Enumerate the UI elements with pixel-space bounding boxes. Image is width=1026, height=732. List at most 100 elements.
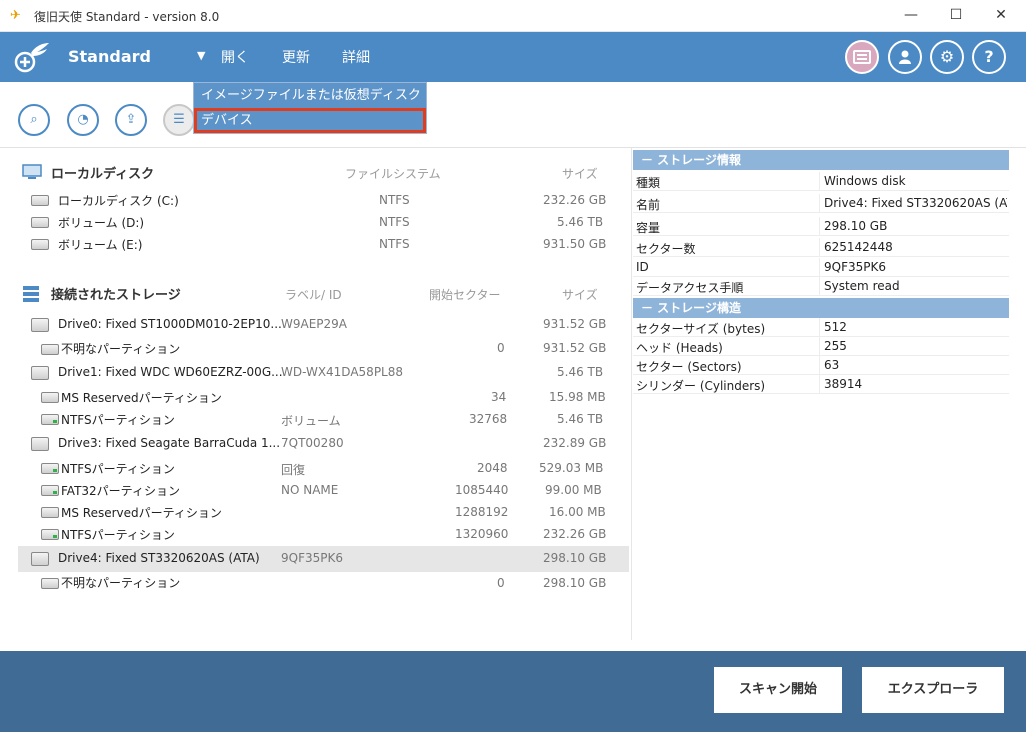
app-logo-icon: ✈ <box>10 8 21 23</box>
local-disk-fs: NTFS <box>379 193 410 207</box>
register-button[interactable] <box>845 40 879 74</box>
menu-refresh[interactable]: 更新 <box>282 47 310 67</box>
settings-button[interactable]: ⚙ <box>930 40 964 74</box>
info-value: 38914 <box>824 377 863 391</box>
local-disk-name: ボリューム (D:) <box>58 216 145 230</box>
info-value: Drive4: Fixed ST3320620AS (ATA) <box>824 196 1007 210</box>
drive-icon <box>31 217 49 228</box>
info-value: 625142448 <box>824 240 893 254</box>
info-key: 名前 <box>636 198 661 212</box>
explorer-button[interactable]: エクスプローラ <box>862 667 1004 713</box>
pie-chart-button[interactable]: ◔ <box>67 104 99 136</box>
info-value: Windows disk <box>824 174 906 188</box>
storage-name: MS Reservedパーティション <box>61 391 222 405</box>
info-value: 512 <box>824 320 847 334</box>
ntfs-partition-icon <box>41 529 59 540</box>
col-label-id: ラベル/ ID <box>285 288 342 302</box>
register-icon <box>853 50 871 64</box>
info-row: セクター数 625142448 <box>633 238 1009 257</box>
maximize-button[interactable]: ☐ <box>933 0 979 32</box>
toolbar-divider <box>0 147 1026 148</box>
info-col-divider <box>819 277 820 296</box>
monitor-icon <box>22 164 42 179</box>
window-title: 復旧天使 Standard - version 8.0 <box>34 10 220 24</box>
local-disk-fs: NTFS <box>379 215 410 229</box>
storage-name: 不明なパーティション <box>61 576 181 590</box>
storage-label: W9AEP29A <box>281 317 348 331</box>
info-row: データアクセス手順 System read <box>633 277 1009 296</box>
local-disk-size: 931.50 GB <box>543 237 607 251</box>
info-row: 名前 Drive4: Fixed ST3320620AS (ATA) <box>633 194 1009 213</box>
close-button[interactable]: ✕ <box>978 0 1024 32</box>
info-key: データアクセス手順 <box>636 281 744 295</box>
local-disk-size: 232.26 GB <box>543 193 607 207</box>
menu-details[interactable]: 詳細 <box>342 47 370 67</box>
storage-label: ボリューム <box>281 414 341 428</box>
start-scan-button[interactable]: スキャン開始 <box>714 667 842 713</box>
drive-icon <box>31 195 49 206</box>
col-size: サイズ <box>562 288 598 302</box>
storage-name: NTFSパーティション <box>61 528 175 542</box>
account-button[interactable] <box>888 40 922 74</box>
storage-start: 1288192 <box>455 505 509 519</box>
help-button[interactable]: ? <box>972 40 1006 74</box>
info-row: 容量 298.10 GB <box>633 217 1009 236</box>
ntfs-partition-icon <box>41 414 59 425</box>
storage-label: 9QF35PK6 <box>281 551 343 565</box>
info-key: シリンダー (Cylinders) <box>636 379 766 393</box>
minimize-button[interactable]: — <box>888 0 934 32</box>
partition-icon <box>41 392 59 403</box>
storage-name: NTFSパーティション <box>61 413 175 427</box>
storage-size: 5.46 TB <box>557 412 604 426</box>
storage-name: Drive1: Fixed WDC WD60EZRZ-00G... <box>58 365 283 379</box>
info-col-divider <box>819 356 820 375</box>
info-key: ID <box>636 260 649 274</box>
pie-chart-icon: ◔ <box>77 112 89 127</box>
storage-start: 0 <box>497 341 505 355</box>
info-key: セクター数 <box>636 242 696 256</box>
gear-icon: ⚙ <box>939 47 955 66</box>
menu-open[interactable]: 開く <box>221 47 249 67</box>
info-col-divider <box>819 258 820 277</box>
storage-start: 2048 <box>477 461 508 475</box>
info-value: 9QF35PK6 <box>824 260 886 274</box>
export-button[interactable]: ⇪ <box>115 104 147 136</box>
info-value: 255 <box>824 339 847 353</box>
info-row: シリンダー (Cylinders) 38914 <box>633 375 1009 394</box>
question-icon: ? <box>984 47 994 66</box>
storage-start: 0 <box>497 576 505 590</box>
storage-size: 232.89 GB <box>543 436 607 450</box>
storage-stack-icon <box>23 286 39 302</box>
storage-size: 931.52 GB <box>543 341 607 355</box>
info-row: セクターサイズ (bytes) 512 <box>633 318 1009 337</box>
list-icon: ☰ <box>173 112 185 127</box>
storage-label: 回復 <box>281 463 306 477</box>
search-button[interactable]: ⌕ <box>18 104 50 136</box>
storage-structure-header[interactable]: － ストレージ構造 <box>633 298 1009 318</box>
dropdown-item-image-file[interactable]: イメージファイルまたは仮想ディスク <box>194 83 426 108</box>
local-disk-name: ボリューム (E:) <box>58 238 143 252</box>
info-col-divider <box>819 375 820 394</box>
storage-label: NO NAME <box>281 483 339 497</box>
storage-name: NTFSパーティション <box>61 462 175 476</box>
panel-divider <box>631 148 632 640</box>
user-icon <box>899 50 911 64</box>
info-col-divider <box>819 318 820 337</box>
export-icon: ⇪ <box>125 112 137 127</box>
storage-name: Drive4: Fixed ST3320620AS (ATA) <box>58 551 260 565</box>
info-row: 種類 Windows disk <box>633 172 1009 191</box>
status-led <box>53 420 57 423</box>
info-row: ヘッド (Heads) 255 <box>633 337 1009 356</box>
footer-bar: スキャン開始 エクスプローラ <box>0 651 1026 732</box>
info-col-divider <box>819 217 820 236</box>
storage-info-header[interactable]: － ストレージ情報 <box>633 150 1009 170</box>
col-size: サイズ <box>562 167 598 181</box>
storage-size: 529.03 MB <box>539 461 604 475</box>
magnifier-icon: ⌕ <box>30 112 38 127</box>
dropdown-item-device[interactable]: デバイス <box>194 108 426 133</box>
menu-open-arrow-icon[interactable]: ▼ <box>197 49 205 62</box>
storage-label: 7QT00280 <box>281 436 344 450</box>
info-col-divider <box>819 194 820 213</box>
partition-icon <box>41 507 59 518</box>
list-view-button[interactable]: ☰ <box>163 104 195 136</box>
